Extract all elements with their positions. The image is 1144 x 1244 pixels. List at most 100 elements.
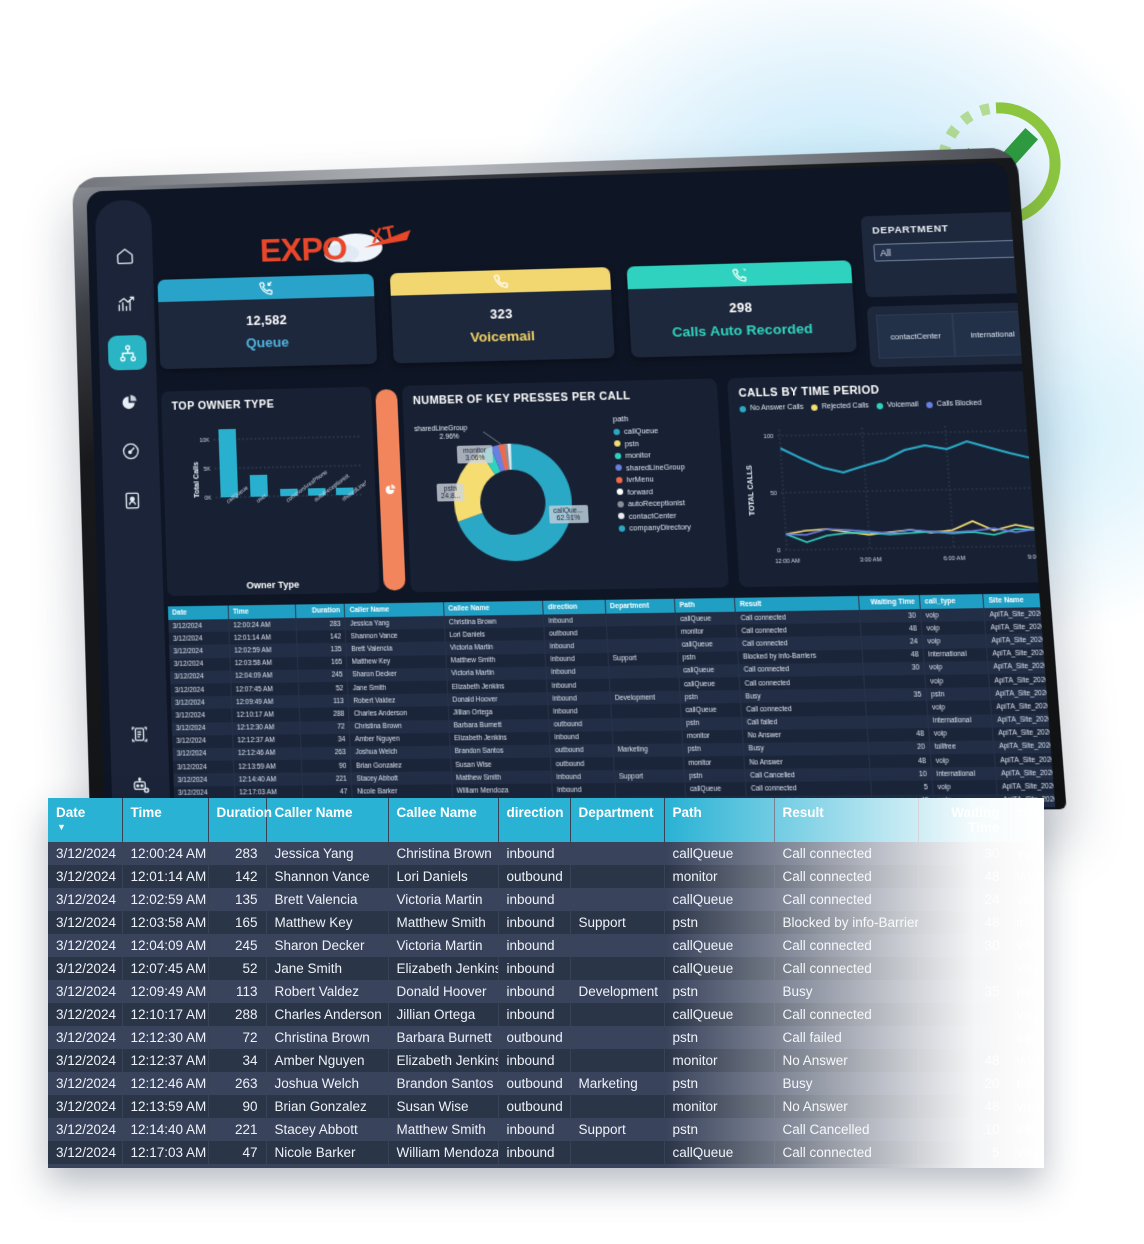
column-header-caller-name[interactable]: Caller Name	[345, 602, 444, 617]
table-row[interactable]: 3/12/202412:18:02 AM264Deborah HarmonSar…	[48, 1164, 1044, 1168]
foreground-call-log-table[interactable]: Date Time Duration Caller Name Callee Name di…	[48, 798, 1044, 1168]
table-row[interactable]: 3/12/2024 12:12:37 AM 34 Amber Nguyen Elizab…	[48, 1049, 1044, 1072]
chip-contactcenter[interactable]: contactCenter	[876, 313, 956, 359]
cell-callee: Barbara Burnett	[388, 1026, 498, 1049]
chip-international[interactable]: international	[953, 311, 1033, 357]
sidebar-item-analytics[interactable]	[106, 286, 145, 321]
column-header-waiting-time[interactable]: Waiting Time	[858, 595, 920, 610]
legend-item[interactable]: sharedLineGroup	[615, 461, 717, 473]
column-header-call-type[interactable]: call_type	[919, 594, 984, 609]
table-row[interactable]: 3/12/2024 12:12:30 AM 72 Christina Brown Bar…	[48, 1026, 1044, 1049]
cell-callee: Jillian Ortega	[448, 705, 549, 719]
cell-direction: inbound	[498, 1049, 570, 1072]
cell-time: 12:02:59 AM	[122, 888, 208, 911]
table-row[interactable]: 3/12/2024 12:07:45 AM 52 Jane Smith Elizabet…	[48, 957, 1044, 980]
sidebar-item-reports[interactable]	[109, 384, 149, 420]
table-row[interactable]: 3/12/2024 12:09:49 AM 113 Robert Valdez Dona…	[48, 980, 1044, 1003]
cell-site: ApiTA_Site_2020_07_12	[987, 646, 1055, 661]
column-header-caller-name[interactable]: Caller Name	[266, 798, 388, 842]
column-header-time[interactable]: Time	[122, 798, 208, 842]
legend-item[interactable]: forward	[617, 485, 720, 496]
column-header-path[interactable]: Path	[664, 798, 774, 842]
table-row[interactable]: 3/12/2024 12:14:40 AM 221 Stacey Abbott Matt…	[48, 1118, 1044, 1141]
table-row[interactable]: 3/12/2024 12:10:17 AM 288 Charles Anderson J…	[48, 1003, 1044, 1026]
column-header-department[interactable]: Department	[605, 599, 675, 614]
cell-call_type: voip	[1008, 888, 1044, 911]
cell-waiting	[865, 701, 927, 715]
cell-path: callQueue	[664, 1141, 774, 1164]
cell-result: No Answer	[774, 1095, 918, 1118]
cell-result: Call connected	[774, 1003, 918, 1026]
cell-date: 3/12/2024	[48, 911, 122, 934]
legend-label: ivrMenu	[626, 474, 654, 484]
background-call-log-table[interactable]: Date Time Duration Caller Name Callee Name di…	[168, 593, 1056, 815]
legend-label: sharedLineGroup	[626, 461, 685, 472]
cell-date: 3/12/2024	[48, 1026, 122, 1049]
sidebar-item-hierarchy[interactable]	[108, 335, 147, 371]
cell-duration: 135	[208, 888, 266, 911]
cell-call_type: international	[1008, 1118, 1044, 1141]
legend-item[interactable]: Calls Blocked	[926, 400, 982, 409]
column-header-waiting-time[interactable]: Waiting Time	[918, 798, 1008, 842]
cell-callee: Victoria Martin	[388, 888, 498, 911]
table-row[interactable]: 3/12/2024 12:17:03 AM 47 Nicole Barker Willi…	[48, 1141, 1044, 1164]
table-row[interactable]: 3/12/2024 12:02:59 AM 135 Brett Valencia Vic…	[48, 888, 1044, 911]
column-header-time[interactable]: Time	[228, 605, 296, 620]
legend-item[interactable]: No Answer Calls	[739, 404, 803, 413]
column-header-date[interactable]: Date	[168, 606, 229, 620]
logo-text: EXPO	[259, 230, 347, 269]
cell-direction: inbound	[498, 1003, 570, 1026]
sidebar-item-performance[interactable]	[111, 433, 151, 469]
table-row[interactable]: 3/12/2024 12:13:59 AM 90 Brian Gonzalez Susa…	[48, 1095, 1044, 1118]
column-header-path[interactable]: Path	[674, 598, 735, 613]
cell-direction: inbound	[546, 666, 609, 680]
legend-item[interactable]: ivrMenu	[616, 473, 719, 484]
cell-duration: 34	[208, 1049, 266, 1072]
column-header-result[interactable]: Result	[774, 798, 918, 842]
column-header-date[interactable]: Date	[48, 798, 122, 842]
legend-item[interactable]: callQueue	[613, 425, 715, 437]
legend-item[interactable]: autoReceptionist	[617, 497, 720, 508]
column-header-callee-name[interactable]: Callee Name	[388, 798, 498, 842]
cell-callee: Victoria Martin	[445, 640, 545, 654]
donut-value-pstn: 24.8...	[441, 493, 461, 501]
legend-item[interactable]: Voicemail	[876, 401, 919, 409]
kpi-card-queue[interactable]: 12,582 Queue	[157, 274, 377, 369]
cell-call_type: international	[923, 648, 988, 662]
cell-department	[607, 639, 677, 653]
kpi-card-voicemail[interactable]: 323 Voicemail	[390, 267, 615, 363]
column-header-callee-name[interactable]: Callee Name	[443, 601, 543, 616]
sort-descending-icon[interactable]: ▼	[57, 822, 66, 832]
cell-caller: Jessica Yang	[266, 842, 388, 865]
table-row[interactable]: 3/12/2024 12:12:46 AM 263 Joshua Welch Brand…	[48, 1072, 1044, 1095]
legend-item[interactable]: Rejected Calls	[811, 402, 869, 411]
column-header-direction[interactable]: direction	[543, 600, 606, 615]
column-header-department[interactable]: Department	[570, 798, 664, 842]
column-header-duration[interactable]: Duration	[295, 604, 345, 618]
column-header-call-type[interactable]: call_type	[1008, 798, 1044, 842]
cell-callee: Matthew Smith	[451, 771, 552, 785]
kpi-label: Voicemail	[392, 326, 614, 347]
sidebar-item-documents[interactable]	[119, 716, 159, 752]
cell-path: callQueue	[679, 677, 740, 691]
cell-path: pstn	[664, 1026, 774, 1049]
table-row[interactable]: 3/12/2024 12:00:24 AM 283 Jessica Yang Chris…	[48, 842, 1044, 865]
column-header-duration[interactable]: Duration	[208, 798, 266, 842]
table-row[interactable]: 3/12/2024 12:04:09 AM 245 Sharon Decker Vict…	[48, 934, 1044, 957]
sidebar-item-home[interactable]	[105, 238, 144, 273]
table-row[interactable]: 3/12/2024 12:01:14 AM 142 Shannon Vance Lori…	[48, 865, 1044, 888]
column-header-direction[interactable]: direction	[498, 798, 570, 842]
cell-time: 12:01:14 AM	[122, 865, 208, 888]
legend-item[interactable]: companyDirectory	[618, 521, 721, 532]
cell-caller: Robert Valdez	[266, 980, 388, 1003]
legend-item[interactable]: pstn	[614, 437, 716, 449]
cell-waiting: 48	[918, 1095, 1008, 1118]
legend-item[interactable]: monitor	[615, 449, 717, 461]
legend-item[interactable]: contactCenter	[618, 509, 721, 520]
table-row[interactable]: 3/12/2024 12:03:58 AM 165 Matthew Key Matthe…	[48, 911, 1044, 934]
cell-waiting: 35	[918, 980, 1008, 1003]
side-tab-reports[interactable]	[375, 389, 406, 590]
column-header-site-name[interactable]: Site Name	[983, 593, 1055, 608]
kpi-card-calls-auto-recorded[interactable]: 298 Calls Auto Recorded	[627, 260, 857, 357]
sidebar-item-contacts[interactable]	[112, 482, 152, 518]
